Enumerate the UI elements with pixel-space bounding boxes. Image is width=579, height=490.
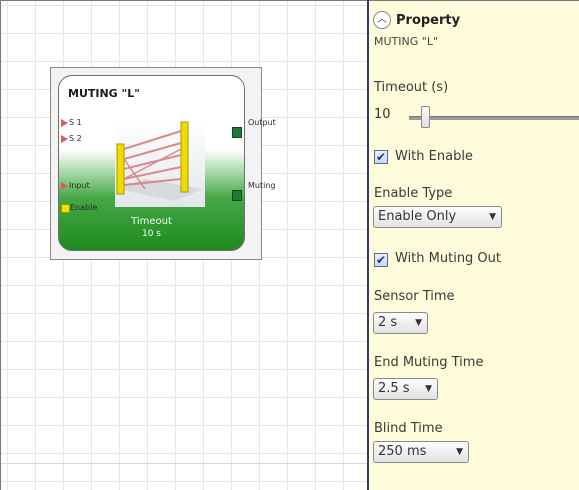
sensor-time-value: 2 s: [378, 315, 398, 330]
output-pin-muting[interactable]: [232, 190, 242, 201]
light-curtain-icon: [115, 119, 205, 207]
input-label-s1: S 1: [69, 118, 82, 127]
sensor-time-label: Sensor Time: [374, 289, 455, 304]
with-enable-label[interactable]: With Enable: [395, 149, 473, 164]
input-pin-enable[interactable]: [61, 204, 70, 213]
canvas-divider: [1, 463, 368, 464]
enable-type-value: Enable Only: [378, 209, 457, 224]
block-footer-value: 10 s: [141, 229, 161, 239]
input-label-enable: Enable: [70, 203, 98, 212]
chevron-down-icon: ▼: [489, 212, 496, 222]
input-label-s2: S 2: [69, 134, 82, 143]
panel-top-border: [369, 0, 579, 1]
end-muting-time-label: End Muting Time: [374, 355, 484, 370]
timeout-slider-track[interactable]: [409, 116, 579, 120]
blind-time-value: 250 ms: [378, 444, 427, 459]
enable-type-label: Enable Type: [374, 186, 453, 201]
chevron-down-icon: ▼: [415, 318, 422, 328]
with-muting-out-label[interactable]: With Muting Out: [395, 251, 501, 266]
blind-time-select[interactable]: 250 ms ▼: [373, 441, 469, 463]
input-pin-s2[interactable]: [61, 135, 68, 143]
panel-subtitle: MUTING "L": [374, 35, 439, 48]
with-muting-out-checkbox[interactable]: ✔: [374, 253, 388, 267]
end-muting-time-select[interactable]: 2.5 s ▼: [373, 378, 438, 400]
sensor-time-select[interactable]: 2 s ▼: [373, 312, 428, 334]
chevron-down-icon: ▼: [425, 384, 432, 394]
with-enable-checkbox[interactable]: ✔: [374, 150, 388, 164]
input-label-input: Input: [69, 181, 90, 190]
output-label-output: Output: [248, 118, 276, 127]
timeout-slider-thumb[interactable]: [421, 106, 430, 128]
collapse-button[interactable]: ︿: [373, 11, 391, 29]
blind-time-label: Blind Time: [374, 421, 443, 436]
block-title: MUTING "L": [68, 87, 141, 100]
chevron-down-icon: ▼: [456, 447, 463, 457]
chevron-up-icon: ︿: [377, 14, 387, 25]
end-muting-time-value: 2.5 s: [378, 381, 410, 396]
property-panel: ︿ Property MUTING "L" Timeout (s) 10 ✔ W…: [367, 0, 579, 490]
output-label-muting: Muting: [248, 181, 276, 190]
input-pin-s1[interactable]: [61, 119, 68, 127]
timeout-value[interactable]: 10: [374, 107, 391, 122]
input-pin-input[interactable]: [61, 182, 68, 190]
output-pin-output[interactable]: [232, 127, 242, 138]
enable-type-select[interactable]: Enable Only ▼: [373, 206, 502, 228]
panel-title: Property: [396, 13, 461, 28]
timeout-label: Timeout (s): [374, 80, 449, 95]
block-footer-label: Timeout: [131, 216, 172, 227]
